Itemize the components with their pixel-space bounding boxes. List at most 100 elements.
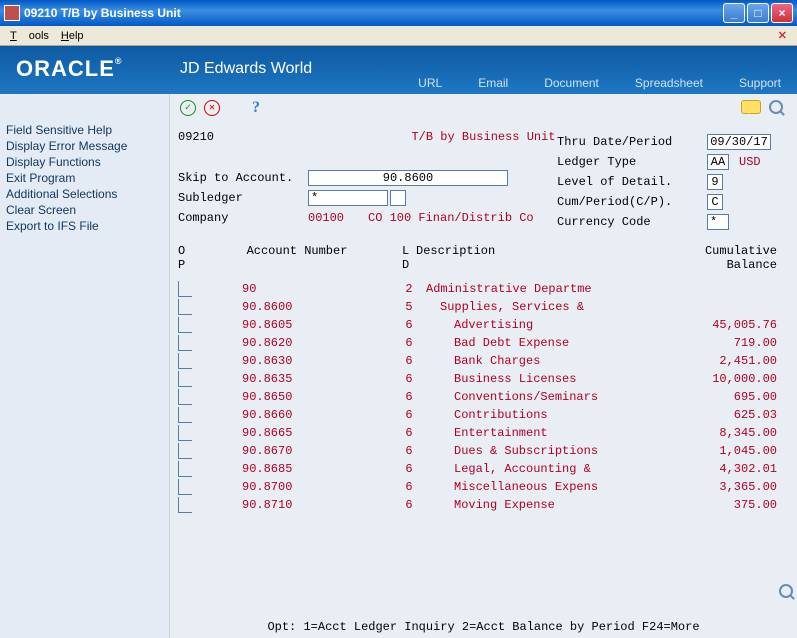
desc-cell: Bad Debt Expense [416, 336, 616, 350]
link-spreadsheet[interactable]: Spreadsheet [635, 76, 703, 90]
sidebar-item-1[interactable]: Display Error Message [6, 138, 163, 154]
menu-tools[interactable]: Tools [4, 28, 55, 44]
menu-oracle-icon: ✕ [772, 27, 793, 44]
header-bal: Balance [616, 258, 789, 272]
desc-cell: Legal, Accounting & [416, 462, 616, 476]
minimize-button[interactable]: _ [723, 3, 745, 23]
header-d: D [402, 258, 416, 272]
desc-cell: Bank Charges [416, 354, 616, 368]
ok-icon[interactable]: ✓ [180, 100, 196, 116]
link-email[interactable]: Email [478, 76, 508, 90]
balance-cell: 2,451.00 [616, 354, 789, 368]
op-cell[interactable] [178, 461, 192, 477]
zoom-icon[interactable] [779, 584, 793, 598]
ld-cell: 6 [402, 480, 416, 494]
table-row: 90.86656Entertainment8,345.00 [178, 424, 789, 442]
comment-icon[interactable] [741, 100, 761, 114]
link-document[interactable]: Document [544, 76, 599, 90]
op-cell[interactable] [178, 371, 192, 387]
acct-cell: 90.8710 [192, 498, 402, 512]
table-row: 90.86005Supplies, Services & [178, 298, 789, 316]
balance-cell: 719.00 [616, 336, 789, 350]
sidebar: Field Sensitive HelpDisplay Error Messag… [0, 94, 170, 638]
sidebar-item-6[interactable]: Export to IFS File [6, 218, 163, 234]
menu-help[interactable]: Help [55, 28, 90, 44]
desc-cell: Supplies, Services & [416, 300, 616, 314]
op-cell[interactable] [178, 299, 192, 315]
balance-cell: 10,000.00 [616, 372, 789, 386]
help-icon[interactable]: ? [248, 100, 264, 116]
link-support[interactable]: Support [739, 76, 781, 90]
sidebar-item-2[interactable]: Display Functions [6, 154, 163, 170]
sidebar-item-5[interactable]: Clear Screen [6, 202, 163, 218]
header-desc: Description [416, 244, 616, 258]
sidebar-item-3[interactable]: Exit Program [6, 170, 163, 186]
op-cell[interactable] [178, 425, 192, 441]
search-icon[interactable] [769, 100, 783, 114]
window-titlebar: 09210 T/B by Business Unit _ □ × [0, 0, 797, 26]
acct-cell: 90.8700 [192, 480, 402, 494]
op-cell[interactable] [178, 407, 192, 423]
balance-cell: 45,005.76 [616, 318, 789, 332]
table-row: 90.86306Bank Charges2,451.00 [178, 352, 789, 370]
table-row: 90.86506Conventions/Seminars695.00 [178, 388, 789, 406]
thru-date-input[interactable] [707, 134, 771, 150]
op-cell[interactable] [178, 389, 192, 405]
acct-cell: 90.8660 [192, 408, 402, 422]
label-company: Company [178, 211, 308, 225]
balance-cell: 695.00 [616, 390, 789, 404]
desc-cell: Conventions/Seminars [416, 390, 616, 404]
maximize-button[interactable]: □ [747, 3, 769, 23]
table-area: O Account Number L Description Cumulativ… [178, 244, 789, 616]
header-l: L [402, 244, 416, 258]
close-button[interactable]: × [771, 3, 793, 23]
link-url[interactable]: URL [418, 76, 442, 90]
ld-cell: 6 [402, 498, 416, 512]
op-cell[interactable] [178, 353, 192, 369]
table-row: 90.86706Dues & Subscriptions1,045.00 [178, 442, 789, 460]
desc-cell: Dues & Subscriptions [416, 444, 616, 458]
scroll-down-icon[interactable] [781, 570, 791, 580]
company-code: 00100 [308, 211, 358, 225]
label-subledger: Subledger [178, 191, 308, 205]
op-cell[interactable] [178, 317, 192, 333]
subledger-input[interactable] [308, 190, 388, 206]
sidebar-item-4[interactable]: Additional Selections [6, 186, 163, 202]
label-lod: Level of Detail. [557, 175, 707, 189]
app-icon [4, 5, 20, 21]
ld-cell: 6 [402, 462, 416, 476]
content-area: ✓ ✕ ? 09210 T/B by Business Unit Skip to… [170, 94, 797, 638]
cumperiod-input[interactable] [707, 194, 723, 210]
ld-cell: 2 [402, 282, 416, 296]
acct-cell: 90.8620 [192, 336, 402, 350]
company-desc: CO 100 Finan/Distrib Co [368, 211, 534, 225]
op-cell[interactable] [178, 335, 192, 351]
sidebar-item-0[interactable]: Field Sensitive Help [6, 122, 163, 138]
jd-edwards-text: JD Edwards World [180, 60, 312, 78]
table-row: 90.87006Miscellaneous Expens3,365.00 [178, 478, 789, 496]
table-row: 90.87106Moving Expense375.00 [178, 496, 789, 514]
scroll-up-icon[interactable] [781, 556, 791, 566]
ld-cell: 6 [402, 426, 416, 440]
label-thru: Thru Date/Period [557, 135, 707, 149]
acct-cell: 90.8635 [192, 372, 402, 386]
menubar: Tools Help ✕ [0, 26, 797, 46]
skip-to-account-input[interactable] [308, 170, 508, 186]
op-cell[interactable] [178, 497, 192, 513]
ledger-type-input[interactable] [707, 154, 729, 170]
ld-cell: 6 [402, 372, 416, 386]
acct-cell: 90.8600 [192, 300, 402, 314]
lod-input[interactable] [707, 174, 723, 190]
acct-cell: 90.8650 [192, 390, 402, 404]
acct-cell: 90.8630 [192, 354, 402, 368]
ld-cell: 6 [402, 318, 416, 332]
subledger-type-input[interactable] [390, 190, 406, 206]
op-cell[interactable] [178, 281, 192, 297]
cancel-icon[interactable]: ✕ [204, 100, 220, 116]
currency-input[interactable] [707, 214, 729, 230]
acct-cell: 90.8670 [192, 444, 402, 458]
label-currency: Currency Code [557, 215, 707, 229]
desc-cell: Advertising [416, 318, 616, 332]
op-cell[interactable] [178, 443, 192, 459]
op-cell[interactable] [178, 479, 192, 495]
